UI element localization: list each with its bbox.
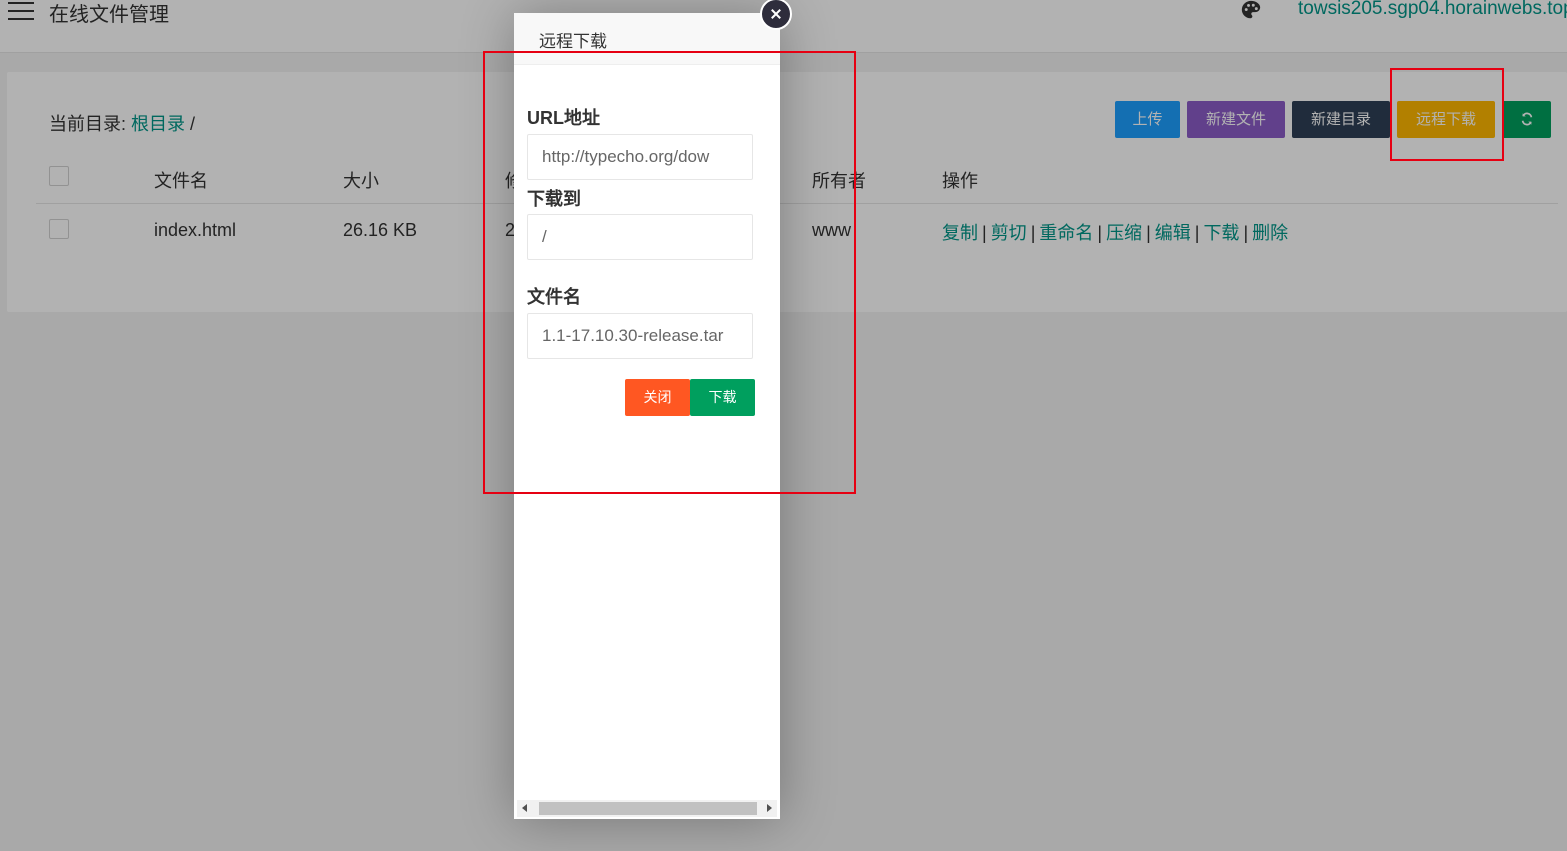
horizontal-scrollbar[interactable] [517,800,777,817]
highlight-box-dialog [483,51,856,494]
scroll-left-icon[interactable] [522,804,527,812]
dialog-title: 远程下载 [539,32,607,51]
scroll-right-icon[interactable] [767,804,772,812]
highlight-box-remote-download [1390,68,1504,161]
scrollbar-thumb[interactable] [539,802,757,815]
